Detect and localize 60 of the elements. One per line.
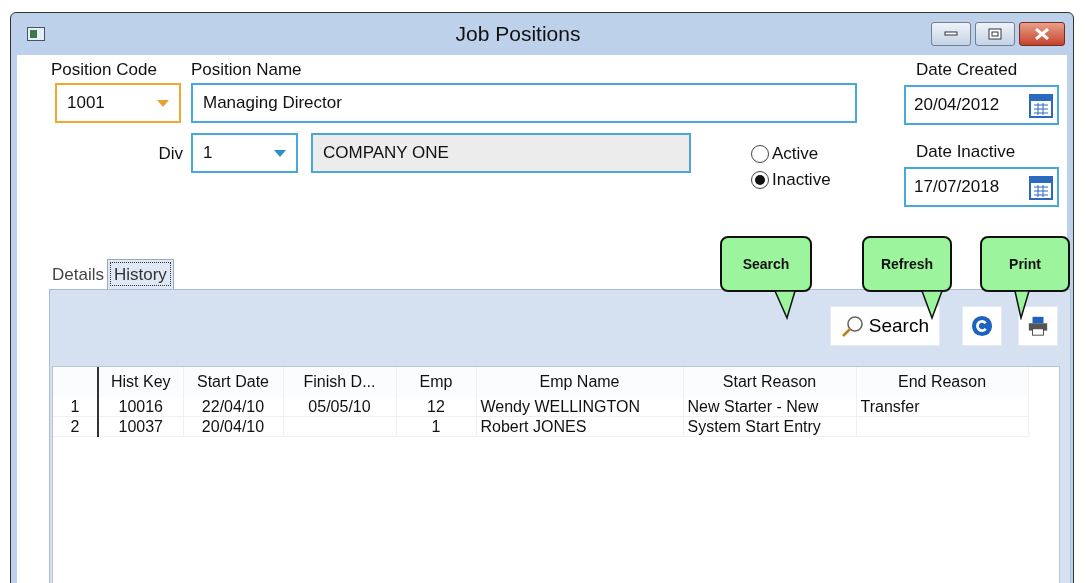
row-number: 2 xyxy=(53,416,98,437)
calendar-icon xyxy=(1029,92,1053,118)
radio-button[interactable] xyxy=(751,171,769,189)
date-created-field[interactable]: 20/04/2012 xyxy=(904,85,1059,125)
refresh-button[interactable] xyxy=(962,306,1002,346)
minimize-icon xyxy=(944,31,958,37)
window-title: Job Positions xyxy=(454,21,582,48)
table-cell: Robert JONES xyxy=(480,418,587,435)
window-icon xyxy=(27,27,45,41)
callout-label: Print xyxy=(980,236,1070,292)
table-cell: 05/05/10 xyxy=(308,398,371,415)
status-radio[interactable]: Inactive xyxy=(751,167,831,193)
refresh-icon xyxy=(971,314,993,338)
column-header[interactable]: End Reason xyxy=(856,367,1028,397)
close-icon xyxy=(1034,28,1050,40)
division-combo[interactable]: 1 xyxy=(191,133,298,173)
table-cell: 12 xyxy=(427,398,445,415)
row-number: 1 xyxy=(53,397,98,417)
field-label: Position Name xyxy=(191,59,303,81)
callout-label: Refresh xyxy=(862,236,952,292)
column-header[interactable]: Start Date xyxy=(183,367,283,397)
search-button[interactable]: Search xyxy=(829,306,940,346)
callout-pointer xyxy=(920,290,944,320)
printer-icon xyxy=(1027,314,1049,338)
field-label: Date Inactive xyxy=(915,141,1017,163)
table-cell: 10016 xyxy=(118,398,163,415)
field-label: Div xyxy=(157,143,184,165)
search-icon xyxy=(840,314,865,338)
minimize-button[interactable] xyxy=(931,22,971,46)
print-button[interactable] xyxy=(1018,306,1058,346)
position-name-field[interactable]: Managing Director xyxy=(191,83,857,123)
calendar-icon xyxy=(1029,174,1053,200)
maximize-button[interactable] xyxy=(975,22,1015,46)
callout-label: Search xyxy=(720,236,812,292)
callout-pointer xyxy=(773,290,796,320)
caret-icon xyxy=(157,99,169,107)
radio-button[interactable] xyxy=(751,145,769,163)
maximize-icon xyxy=(988,28,1002,40)
table-cell: New Starter - New xyxy=(687,398,819,415)
column-header[interactable]: Emp Name xyxy=(476,367,683,397)
table-cell: Transfer xyxy=(860,398,920,415)
table-cell: 22/04/10 xyxy=(201,398,265,415)
position-code-combo[interactable]: 1001 xyxy=(55,83,181,123)
table-cell: Wendy WELLINGTON xyxy=(480,398,640,415)
caret-icon xyxy=(274,149,286,157)
field-label: Position Code xyxy=(51,59,158,81)
table-cell: System Start Entry xyxy=(687,418,821,435)
table-cell: 10037 xyxy=(118,418,163,435)
column-header[interactable]: Hist Key xyxy=(98,367,183,397)
division-name-field: COMPANY ONE xyxy=(311,133,691,173)
close-button[interactable] xyxy=(1019,22,1065,46)
column-header[interactable]: Emp xyxy=(396,367,476,397)
field-label: Date Created xyxy=(915,59,1019,81)
column-header[interactable]: Start Reason xyxy=(683,367,856,397)
table-cell: 20/04/10 xyxy=(201,418,265,435)
callout-pointer xyxy=(1014,290,1030,320)
tab[interactable]: History xyxy=(106,258,174,289)
column-header[interactable]: Finish D... xyxy=(283,367,396,397)
table-cell: 1 xyxy=(431,418,441,435)
status-radio[interactable]: Active xyxy=(751,141,831,167)
